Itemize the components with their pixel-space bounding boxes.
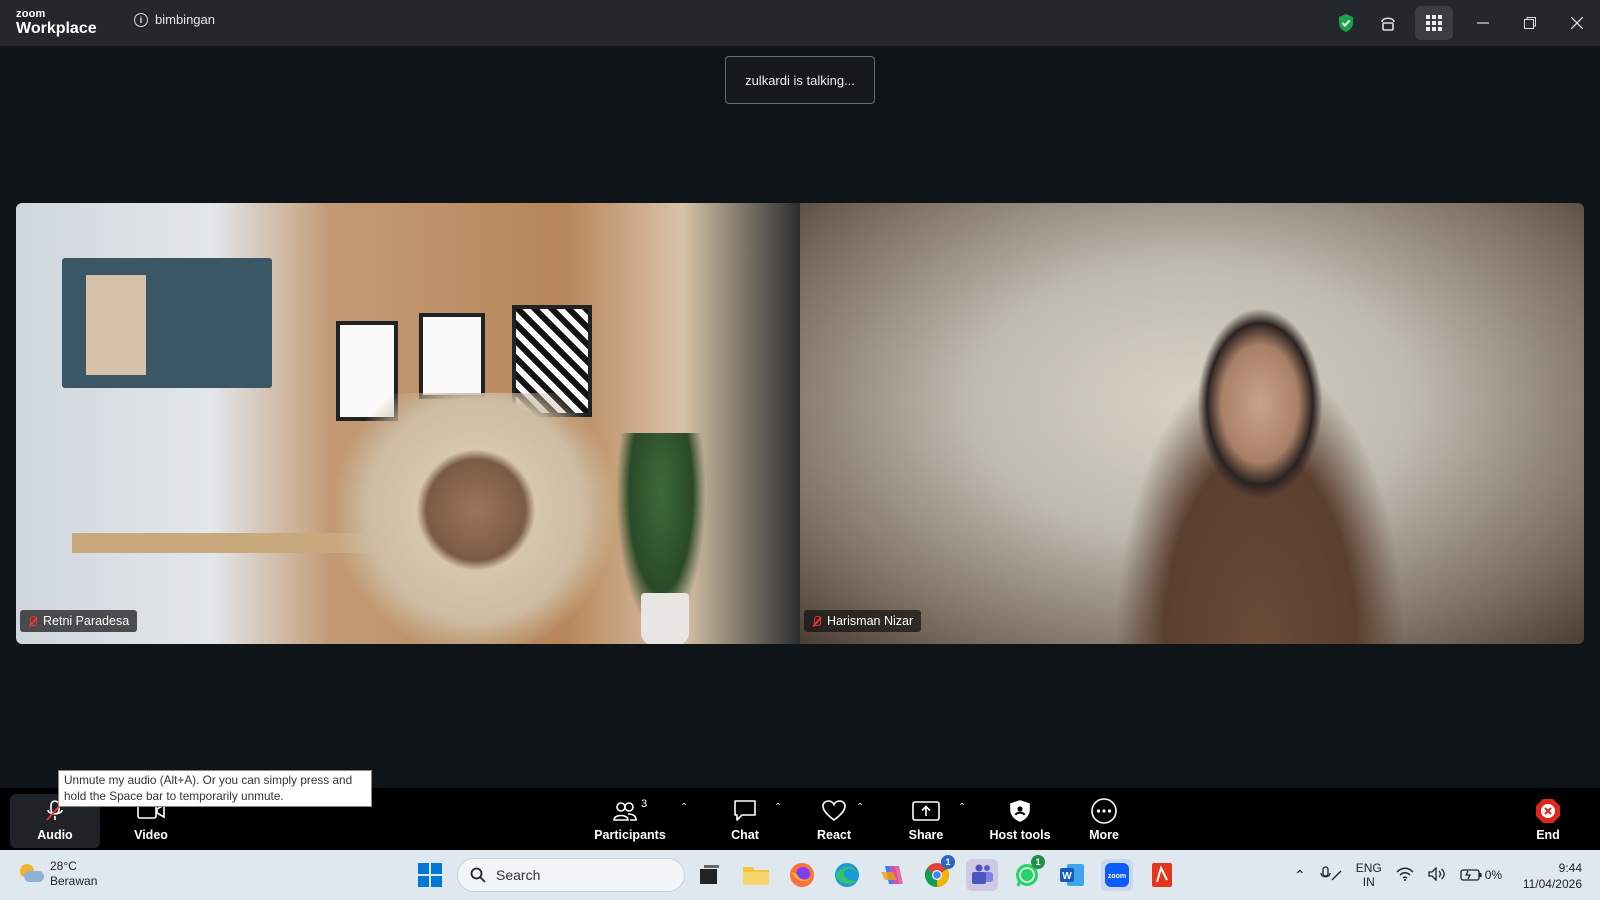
lang-top: ENG: [1355, 861, 1382, 875]
whatsapp-badge: 1: [1031, 855, 1045, 869]
title-bar: zoom Workplace i bimbingan: [0, 0, 1600, 46]
input-language[interactable]: ENG IN: [1356, 861, 1382, 889]
share-screen-icon: [912, 798, 940, 824]
chevron-up-icon[interactable]: ⌃: [1294, 867, 1306, 884]
react-options-chevron-up-icon[interactable]: ⌃: [856, 802, 864, 813]
video-label: Video: [134, 828, 168, 842]
security-shield-icon[interactable]: [1325, 0, 1367, 46]
mic-muted-icon: [810, 615, 822, 628]
participant-video-feed: [1090, 303, 1430, 644]
close-icon[interactable]: [1553, 0, 1600, 46]
zoom-taskbar-icon[interactable]: zoom: [1101, 859, 1133, 891]
whatsapp-icon[interactable]: 1: [1011, 855, 1045, 891]
svg-text:zoom: zoom: [1108, 873, 1126, 880]
react-button[interactable]: React: [808, 788, 860, 850]
audio-label: Audio: [37, 828, 73, 842]
end-label: End: [1536, 828, 1560, 842]
search-icon: [470, 867, 486, 883]
video-tile-participant-2[interactable]: Harisman Nizar: [800, 203, 1584, 644]
meeting-title: bimbingan: [155, 12, 215, 27]
participants-button[interactable]: 3 Participants: [590, 788, 670, 850]
minimize-icon[interactable]: [1459, 0, 1506, 46]
participants-label: Participants: [594, 828, 666, 842]
end-x-icon: [1535, 798, 1561, 824]
more-button[interactable]: More: [1076, 788, 1132, 850]
meeting-info-button[interactable]: i bimbingan: [134, 12, 215, 27]
chrome-icon[interactable]: 1: [921, 855, 955, 891]
restore-icon[interactable]: [1506, 0, 1553, 46]
participant-name: Harisman Nizar: [827, 614, 914, 628]
react-label: React: [816, 828, 852, 842]
battery-charging-icon[interactable]: 0%: [1460, 868, 1502, 882]
background-pot: [641, 593, 689, 644]
task-view-icon[interactable]: [693, 859, 725, 891]
zoom-logo: zoom Workplace: [16, 9, 97, 37]
battery-percent: 0%: [1484, 868, 1503, 882]
windows-taskbar: 28°C Berawan Search 1 1 W zoom ⌃ ENG IN …: [0, 850, 1600, 900]
file-explorer-icon[interactable]: [740, 859, 772, 891]
participants-count: 3: [640, 798, 648, 810]
host-shield-icon: [1009, 798, 1031, 824]
chat-button[interactable]: Chat: [720, 788, 770, 850]
volume-icon[interactable]: [1428, 865, 1446, 884]
taskbar-search-box[interactable]: Search: [457, 858, 685, 892]
share-button[interactable]: Share: [900, 788, 952, 850]
brand-bottom: Workplace: [16, 20, 97, 37]
more-dots-icon: [1090, 798, 1118, 824]
weather-temp: 28°C: [50, 859, 77, 873]
chat-bubble-icon: [732, 798, 758, 824]
wifi-icon[interactable]: [1396, 867, 1414, 884]
search-placeholder: Search: [496, 867, 541, 883]
weather-desc: Berawan: [50, 874, 98, 888]
svg-text:W: W: [1062, 871, 1072, 882]
share-label: Share: [908, 828, 944, 842]
tooltip-line-1: Unmute my audio (Alt+A). Or you can simp…: [64, 773, 353, 787]
mic-muted-icon: [26, 615, 38, 628]
video-tile-participant-1[interactable]: Retni Paradesa: [16, 203, 800, 644]
title-controls: [1325, 0, 1600, 46]
host-tools-button[interactable]: Host tools: [984, 788, 1056, 850]
copilot-icon[interactable]: [876, 859, 908, 891]
background-shelf: [86, 275, 146, 375]
participant-name-tag: Retni Paradesa: [20, 610, 138, 632]
host-tools-label: Host tools: [989, 828, 1051, 842]
participant-name-tag: Harisman Nizar: [804, 610, 922, 632]
taskbar-clock[interactable]: 9:44 11/04/2026: [1523, 860, 1582, 892]
chrome-badge: 1: [941, 855, 955, 869]
pdf-reader-icon[interactable]: [1146, 859, 1178, 891]
clock-date: 11/04/2026: [1522, 877, 1582, 891]
firefox-icon[interactable]: [786, 859, 818, 891]
chat-label: Chat: [731, 828, 759, 842]
partly-cloudy-icon: [18, 864, 44, 884]
more-label: More: [1089, 828, 1119, 842]
word-icon[interactable]: W: [1056, 859, 1088, 891]
apps-grid-icon[interactable]: [1415, 6, 1453, 40]
participant-video-feed: [336, 393, 616, 644]
clock-time: 9:44: [1558, 861, 1582, 875]
teams-icon[interactable]: [966, 859, 998, 891]
windows-start-icon[interactable]: [414, 859, 446, 891]
tooltip-line-2: hold the Space bar to temporarily unmute…: [64, 789, 284, 803]
participant-name: Retni Paradesa: [43, 614, 130, 628]
system-tray: ⌃ ENG IN 0%: [1294, 850, 1502, 900]
background-frame-2: [419, 313, 485, 399]
edge-icon[interactable]: [831, 859, 863, 891]
brand-top: zoom: [16, 8, 46, 20]
chat-options-chevron-up-icon[interactable]: ⌃: [774, 802, 782, 813]
pen-mic-icon[interactable]: [1320, 865, 1342, 885]
end-meeting-button[interactable]: End: [1530, 788, 1566, 850]
weather-widget[interactable]: 28°C Berawan: [18, 859, 97, 889]
participants-options-chevron-up-icon[interactable]: ⌃: [680, 802, 688, 813]
info-icon: i: [134, 12, 148, 27]
active-speaker-banner: zulkardi is talking...: [725, 56, 875, 104]
heart-icon: [821, 798, 847, 824]
unmute-tooltip: Unmute my audio (Alt+A). Or you can simp…: [58, 770, 372, 807]
lang-bottom: IN: [1362, 875, 1375, 889]
share-options-chevron-up-icon[interactable]: ⌃: [958, 802, 966, 813]
participants-icon: 3: [613, 798, 647, 824]
immersive-view-icon[interactable]: [1367, 0, 1409, 46]
